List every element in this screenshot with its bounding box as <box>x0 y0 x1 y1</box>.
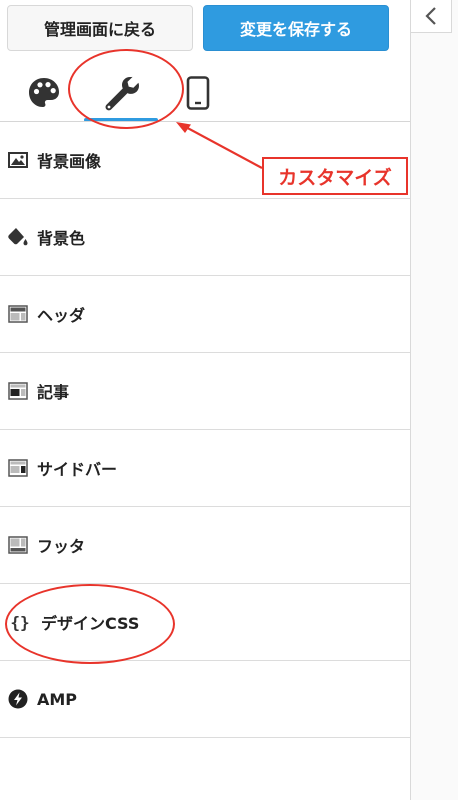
tab-customize[interactable] <box>99 72 143 114</box>
layout-article-icon <box>7 380 29 402</box>
menu-item-sidebar[interactable]: サイドバー <box>0 430 410 507</box>
chevron-left-icon <box>425 7 436 25</box>
image-icon <box>7 149 29 171</box>
menu-item-label: 記事 <box>37 383 70 402</box>
menu-item-background-color[interactable]: 背景色 <box>0 199 410 276</box>
customizer-menu-list: 背景画像 背景色 ヘッダ 記事 サイドバー フッタ {} デザインCSS AMP <box>0 122 410 738</box>
layout-footer-icon <box>7 534 29 556</box>
menu-item-article[interactable]: 記事 <box>0 353 410 430</box>
collapse-sidebar-button[interactable] <box>411 0 452 33</box>
menu-item-label: デザインCSS <box>41 614 140 633</box>
menu-item-label: サイドバー <box>37 460 118 479</box>
menu-item-background-image[interactable]: 背景画像 <box>0 122 410 199</box>
back-to-admin-button[interactable]: 管理画面に戻る <box>7 5 193 51</box>
layout-sidebar-icon <box>7 457 29 479</box>
menu-item-label: AMP <box>37 689 78 709</box>
amp-bolt-icon <box>7 688 29 710</box>
paint-bucket-icon <box>7 226 29 248</box>
menu-item-label: 背景色 <box>37 229 86 248</box>
customizer-tabs <box>0 62 410 122</box>
menu-item-design-css[interactable]: {} デザインCSS <box>0 584 410 661</box>
menu-item-label: ヘッダ <box>37 306 86 325</box>
tab-mobile[interactable] <box>176 72 220 114</box>
tab-design[interactable] <box>22 72 66 114</box>
layout-header-icon <box>7 303 29 325</box>
palette-icon <box>29 78 59 107</box>
menu-item-amp[interactable]: AMP <box>0 661 410 738</box>
menu-item-footer[interactable]: フッタ <box>0 507 410 584</box>
save-changes-button[interactable]: 変更を保存する <box>203 5 389 51</box>
menu-item-header[interactable]: ヘッダ <box>0 276 410 353</box>
braces-icon: {} <box>10 612 30 632</box>
wrench-icon <box>105 76 139 111</box>
menu-item-label: 背景画像 <box>37 152 102 171</box>
mobile-icon <box>186 76 210 110</box>
top-toolbar: 管理画面に戻る 変更を保存する <box>0 0 410 62</box>
menu-item-label: フッタ <box>37 537 86 556</box>
preview-pane-edge <box>410 0 458 800</box>
